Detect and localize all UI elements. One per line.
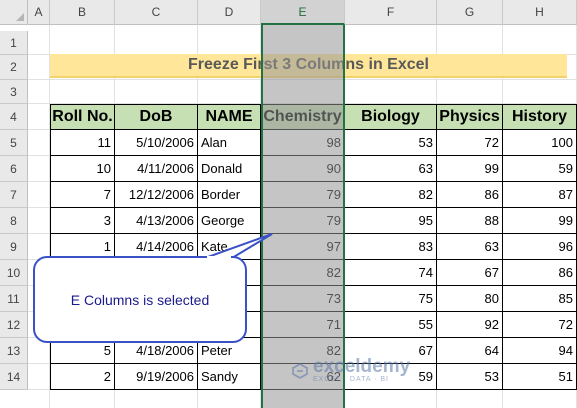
table-cell-roll[interactable]: 7 — [50, 182, 115, 208]
table-header-cell[interactable]: DoB — [115, 104, 198, 130]
row-header-14[interactable]: 14 — [0, 364, 28, 390]
row-header-9[interactable]: 9 — [0, 234, 28, 260]
table-cell-phy[interactable]: 63 — [437, 234, 503, 260]
table-cell-bio[interactable]: 53 — [345, 130, 437, 156]
table-cell-hist[interactable]: 96 — [503, 234, 577, 260]
table-cell-bio[interactable]: 75 — [345, 286, 437, 312]
table-cell-hist[interactable]: 85 — [503, 286, 577, 312]
table-cell-chem[interactable]: 79 — [261, 182, 345, 208]
row-header-8[interactable]: 8 — [0, 208, 28, 234]
table-cell-name[interactable]: Alan — [198, 130, 261, 156]
column-header-e[interactable]: E — [261, 0, 345, 25]
table-cell-chem[interactable]: 98 — [261, 130, 345, 156]
column-header-d[interactable]: D — [198, 0, 261, 25]
sheet-title[interactable]: Freeze First 3 Columns in Excel — [50, 54, 567, 78]
callout-text: E Columns is selected — [70, 291, 210, 308]
table-cell-bio[interactable]: 95 — [345, 208, 437, 234]
row-header-7[interactable]: 7 — [0, 182, 28, 208]
row-header-4[interactable]: 4 — [0, 104, 28, 130]
column-header-c[interactable]: C — [115, 0, 198, 25]
table-header-cell[interactable]: NAME — [198, 104, 261, 130]
table-cell-name[interactable]: George — [198, 208, 261, 234]
row-header-13[interactable]: 13 — [0, 338, 28, 364]
table-cell-hist[interactable]: 59 — [503, 156, 577, 182]
table-cell-chem[interactable]: 82 — [261, 338, 345, 364]
table-cell-phy[interactable]: 92 — [437, 312, 503, 338]
row-header-5[interactable]: 5 — [0, 130, 28, 156]
table-header-cell[interactable]: History — [503, 104, 577, 130]
table-cell-bio[interactable]: 74 — [345, 260, 437, 286]
table-cell-hist[interactable]: 51 — [503, 364, 577, 390]
column-header-g[interactable]: G — [437, 0, 503, 25]
row-header-10[interactable]: 10 — [0, 260, 28, 286]
table-cell-hist[interactable]: 94 — [503, 338, 577, 364]
table-header-cell[interactable]: Physics — [437, 104, 503, 130]
table-cell-hist[interactable]: 72 — [503, 312, 577, 338]
column-header-h[interactable]: H — [503, 0, 577, 25]
table-cell-bio[interactable]: 63 — [345, 156, 437, 182]
table-cell-hist[interactable]: 86 — [503, 260, 577, 286]
table-header-cell[interactable]: Chemistry — [261, 104, 345, 130]
table-header-cell[interactable]: Roll No. — [50, 104, 115, 130]
table-cell-chem[interactable]: 71 — [261, 312, 345, 338]
row-header-3[interactable]: 3 — [0, 80, 28, 104]
table-cell-bio[interactable]: 59 — [345, 364, 437, 390]
row-header-2[interactable]: 2 — [0, 55, 28, 80]
row-header-11[interactable]: 11 — [0, 286, 28, 312]
table-cell-roll[interactable]: 11 — [50, 130, 115, 156]
column-header-a[interactable]: A — [28, 0, 50, 25]
table-cell-chem[interactable]: 90 — [261, 156, 345, 182]
table-cell-chem[interactable]: 97 — [261, 234, 345, 260]
table-cell-hist[interactable]: 87 — [503, 182, 577, 208]
select-all-corner[interactable] — [0, 0, 28, 25]
callout-tail-cover — [207, 256, 231, 260]
table-cell-dob[interactable]: 4/13/2006 — [115, 208, 198, 234]
table-cell-phy[interactable]: 80 — [437, 286, 503, 312]
table-cell-phy[interactable]: 53 — [437, 364, 503, 390]
row-header-6[interactable]: 6 — [0, 156, 28, 182]
table-cell-bio[interactable]: 83 — [345, 234, 437, 260]
table-cell-phy[interactable]: 72 — [437, 130, 503, 156]
gridline-horizontal — [28, 79, 577, 80]
table-cell-phy[interactable]: 64 — [437, 338, 503, 364]
table-cell-roll[interactable]: 2 — [50, 364, 115, 390]
table-cell-phy[interactable]: 86 — [437, 182, 503, 208]
table-cell-phy[interactable]: 99 — [437, 156, 503, 182]
table-cell-roll[interactable]: 10 — [50, 156, 115, 182]
table-header-cell[interactable]: Biology — [345, 104, 437, 130]
table-cell-chem[interactable]: 62 — [261, 364, 345, 390]
table-cell-dob[interactable]: 9/19/2006 — [115, 364, 198, 390]
callout-box[interactable]: E Columns is selected — [33, 256, 247, 343]
column-header-f[interactable]: F — [345, 0, 437, 25]
table-cell-name[interactable]: Sandy — [198, 364, 261, 390]
table-cell-dob[interactable]: 5/10/2006 — [115, 130, 198, 156]
row-header-12[interactable]: 12 — [0, 312, 28, 338]
table-cell-dob[interactable]: 12/12/2006 — [115, 182, 198, 208]
table-cell-phy[interactable]: 67 — [437, 260, 503, 286]
table-cell-chem[interactable]: 79 — [261, 208, 345, 234]
table-cell-bio[interactable]: 67 — [345, 338, 437, 364]
table-cell-bio[interactable]: 82 — [345, 182, 437, 208]
table-cell-hist[interactable]: 100 — [503, 130, 577, 156]
row-header-1[interactable]: 1 — [0, 31, 28, 55]
table-cell-bio[interactable]: 55 — [345, 312, 437, 338]
table-cell-chem[interactable]: 73 — [261, 286, 345, 312]
spreadsheet-grid[interactable]: A B C D E F G H 1 2 3 4 5 6 7 8 9 10 11 12 13 14 Freeze First … — [0, 0, 577, 408]
column-header-b[interactable]: B — [50, 0, 115, 25]
table-cell-dob[interactable]: 4/11/2006 — [115, 156, 198, 182]
table-cell-name[interactable]: Donald — [198, 156, 261, 182]
table-cell-hist[interactable]: 99 — [503, 208, 577, 234]
table-cell-chem[interactable]: 82 — [261, 260, 345, 286]
table-cell-name[interactable]: Border — [198, 182, 261, 208]
table-cell-roll[interactable]: 3 — [50, 208, 115, 234]
table-cell-phy[interactable]: 88 — [437, 208, 503, 234]
